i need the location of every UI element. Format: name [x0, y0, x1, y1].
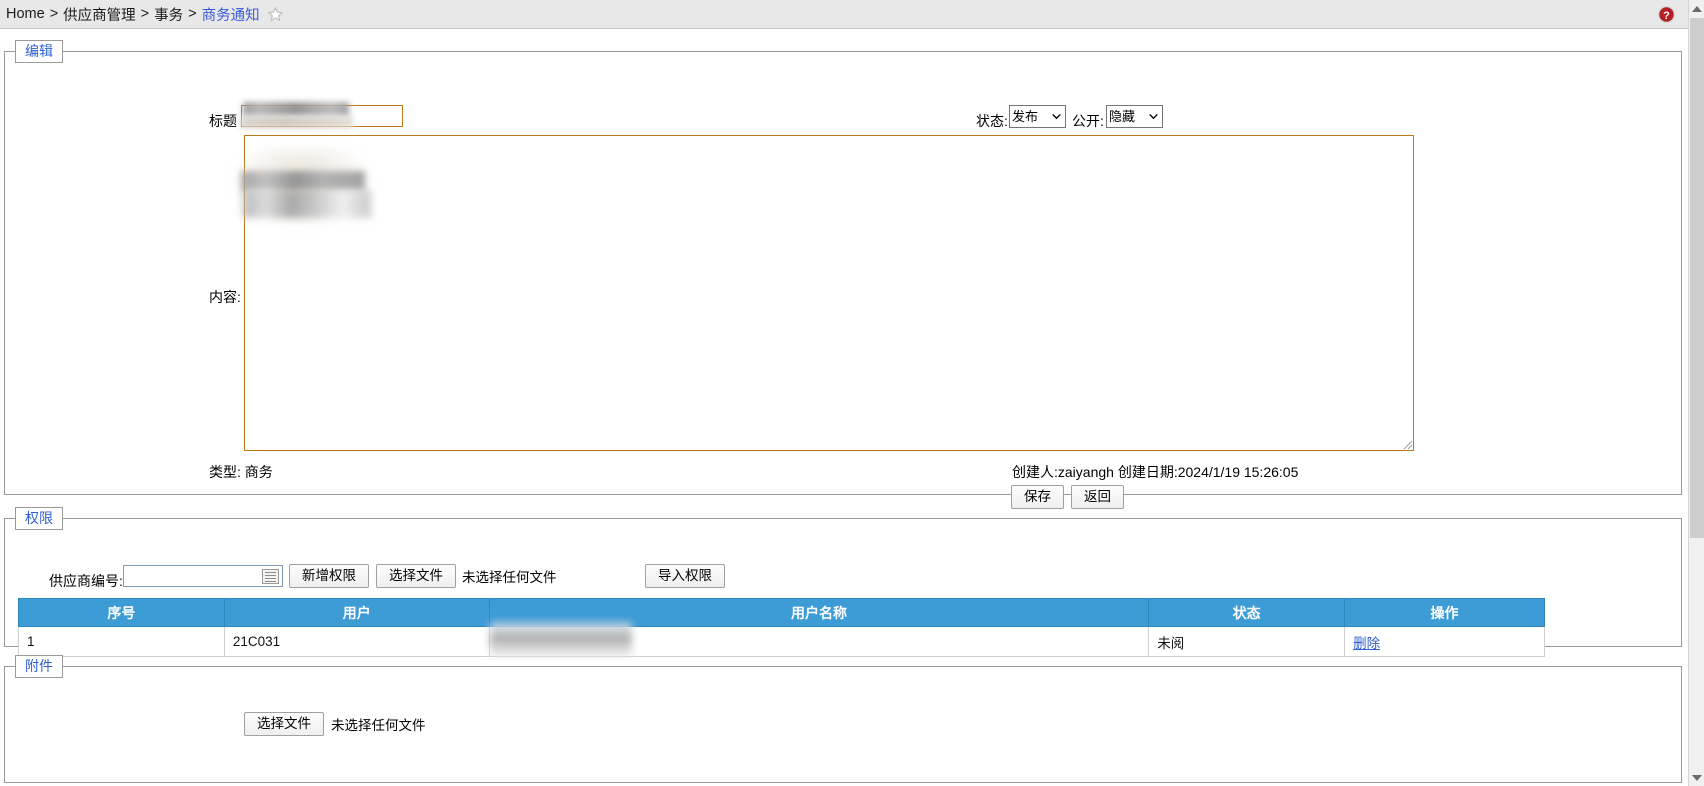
import-permission-wrapper: 导入权限 — [645, 564, 725, 589]
type-label: 类型: 商务 — [209, 464, 273, 480]
breadcrumb-item-affairs[interactable]: 事务 — [154, 4, 183, 25]
attachment-panel: 附件 选择文件 未选择任何文件 — [4, 655, 1682, 783]
permission-table: 序号 用户 用户名称 状态 操作 1 21C031 未阅 删除 — [18, 598, 1545, 657]
status-select[interactable]: 发布 — [1009, 105, 1066, 128]
cell-action: 删除 — [1344, 626, 1545, 657]
redacted-username-overlay — [489, 622, 632, 656]
permission-file-chooser: 选择文件 未选择任何文件 — [376, 564, 557, 589]
no-file-chosen-label: 未选择任何文件 — [462, 570, 557, 586]
triangle-down-icon — [1692, 774, 1702, 781]
edit-panel: 编辑 标题 状态: 发布 公开: 隐藏 内容: 类型: 商务 创建人:zaiya… — [4, 40, 1682, 510]
help-question-icon[interactable]: ? — [1657, 5, 1676, 24]
attachment-panel-legend: 附件 — [15, 655, 63, 678]
list-picker-icon[interactable] — [262, 569, 279, 584]
permission-table-body: 1 21C031 未阅 删除 — [18, 622, 1545, 657]
supplier-number-input[interactable] — [124, 566, 254, 586]
title-label: 标题 — [209, 113, 237, 129]
breadcrumb: Home > 供应商管理 > 事务 > 商务通知 ? — [0, 0, 1688, 29]
public-label: 公开: — [1072, 113, 1104, 129]
title-input[interactable] — [241, 105, 403, 127]
column-header-action: 操作 — [1344, 598, 1545, 627]
breadcrumb-separator: > — [140, 6, 150, 22]
edit-panel-legend: 编辑 — [15, 40, 63, 63]
scrollbar-thumb[interactable] — [1690, 18, 1704, 538]
edit-button-row: 保存 返回 — [1011, 485, 1124, 510]
breadcrumb-item-supplier-management[interactable]: 供应商管理 — [63, 4, 136, 25]
column-header-user: 用户 — [223, 598, 490, 627]
attachment-no-file-chosen-label: 未选择任何文件 — [331, 718, 426, 734]
triangle-up-icon — [1692, 5, 1702, 12]
import-permission-button[interactable]: 导入权限 — [645, 564, 725, 589]
public-select-wrapper[interactable]: 隐藏 — [1106, 105, 1163, 128]
column-header-status: 状态 — [1148, 598, 1346, 627]
creator-info: 创建人:zaiyangh 创建日期:2024/1/19 15:26:05 — [1012, 464, 1299, 480]
star-outline-icon[interactable] — [267, 6, 284, 23]
breadcrumb-item-business-notice[interactable]: 商务通知 — [202, 4, 260, 25]
delete-link[interactable]: 删除 — [1353, 636, 1380, 651]
column-header-seq: 序号 — [18, 598, 225, 627]
cell-user: 21C031 — [223, 626, 490, 657]
scroll-up-button[interactable] — [1689, 0, 1704, 17]
permission-table-head: 序号 用户 用户名称 状态 操作 — [18, 598, 1545, 627]
supplier-number-field[interactable] — [123, 565, 283, 587]
breadcrumb-separator: > — [188, 6, 197, 22]
cell-name — [488, 622, 1150, 657]
supplier-number-label: 供应商编号: — [49, 573, 123, 589]
attachment-file-chooser: 选择文件 未选择任何文件 — [244, 712, 426, 737]
status-label: 状态: — [976, 113, 1008, 129]
breadcrumb-item-home[interactable]: Home — [6, 6, 45, 22]
breadcrumb-separator: > — [49, 6, 59, 22]
add-permission-wrapper: 新增权限 — [289, 564, 369, 589]
cell-status: 未阅 — [1148, 626, 1346, 657]
status-select-wrapper[interactable]: 发布 — [1009, 105, 1066, 128]
permission-panel: 权限 供应商编号: 新增权限 选择文件 未选择任何文件 导入权限 序号 用户 用… — [4, 507, 1682, 657]
permission-panel-legend: 权限 — [15, 507, 63, 530]
content-label: 内容: — [209, 289, 241, 305]
return-button[interactable]: 返回 — [1071, 485, 1124, 510]
vertical-scrollbar[interactable] — [1688, 0, 1704, 786]
choose-file-button[interactable]: 选择文件 — [376, 564, 456, 589]
scroll-down-button[interactable] — [1689, 769, 1704, 786]
svg-text:?: ? — [1663, 10, 1670, 22]
cell-seq: 1 — [18, 626, 225, 657]
public-select[interactable]: 隐藏 — [1106, 105, 1163, 128]
page-root: Home > 供应商管理 > 事务 > 商务通知 ? 编辑 标题 状态: 发布 … — [0, 0, 1704, 786]
attachment-choose-file-button[interactable]: 选择文件 — [244, 712, 324, 737]
table-row[interactable]: 1 21C031 未阅 删除 — [18, 622, 1545, 657]
content-textarea[interactable] — [244, 135, 1414, 451]
add-permission-button[interactable]: 新增权限 — [289, 564, 369, 589]
table-header-row: 序号 用户 用户名称 状态 操作 — [18, 598, 1545, 627]
save-button[interactable]: 保存 — [1011, 485, 1064, 510]
